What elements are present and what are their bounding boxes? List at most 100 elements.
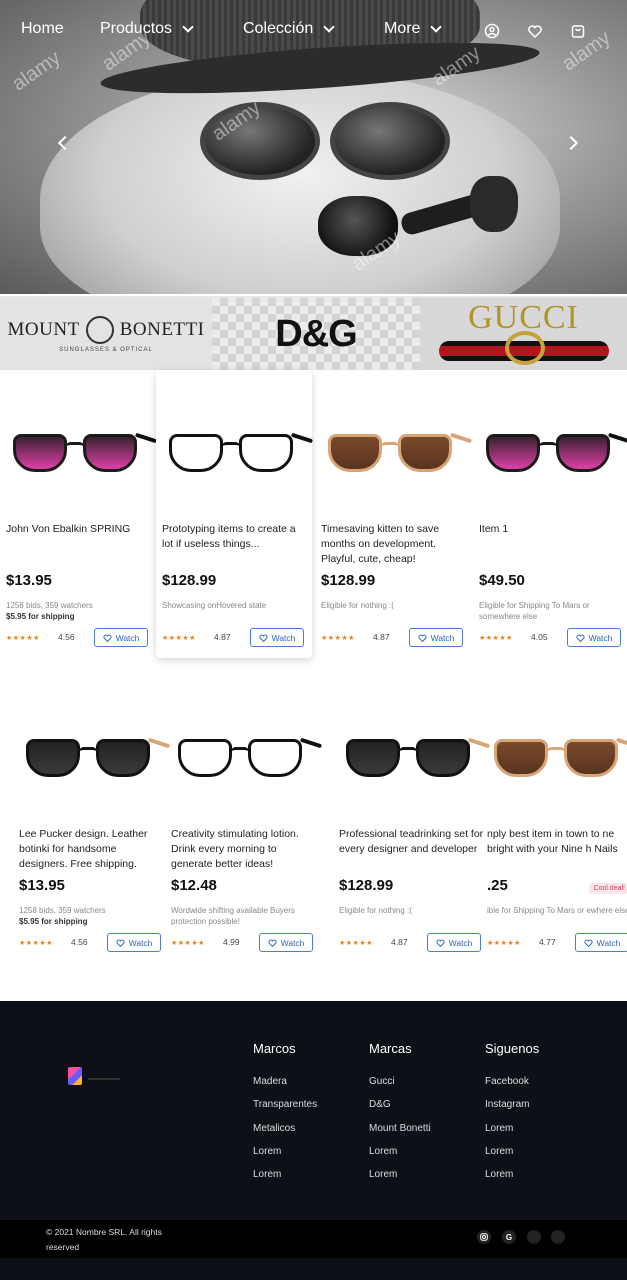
product-title[interactable]: John Von Ebalkin SPRING	[6, 522, 152, 537]
footer-link[interactable]: Instagram	[485, 1099, 539, 1122]
product-meta: Wordwide shifting available Buyers prote…	[171, 906, 295, 926]
footer-link[interactable]: Metalicos	[253, 1123, 317, 1146]
temple	[607, 432, 627, 444]
watch-button[interactable]: Watch	[259, 933, 313, 952]
product-title[interactable]: Creativity stimulating lotion. Drink eve…	[171, 827, 317, 872]
lens-left	[13, 434, 67, 472]
watch-button-label: Watch	[448, 937, 473, 948]
social-icon[interactable]	[551, 1230, 565, 1244]
footer-link[interactable]: Lorem	[369, 1169, 431, 1192]
footer-link[interactable]: Gucci	[369, 1076, 431, 1099]
footer-link[interactable]: Lorem	[369, 1146, 431, 1169]
product-price: $128.99	[339, 877, 394, 894]
lens-left	[494, 739, 548, 777]
product-card[interactable]: Timesaving kitten to save months on deve…	[315, 370, 473, 658]
nav-home[interactable]: Home	[21, 20, 64, 38]
footer-link[interactable]: Lorem	[485, 1123, 539, 1146]
product-rating: 4.05	[531, 632, 548, 642]
lens-right	[248, 739, 302, 777]
product-image[interactable]	[162, 400, 314, 512]
rating-stars-icon: ★★★★★	[19, 940, 53, 947]
footer-heading: Siguenos	[485, 1041, 540, 1056]
rating-stars-icon: ★★★★★	[6, 635, 40, 642]
watch-button-label: Watch	[128, 937, 153, 948]
product-title[interactable]: nply best item in town to ne bright with…	[487, 827, 627, 857]
product-title[interactable]: Item 1	[479, 522, 625, 537]
product-meta: 1258 bids, 359 watchers	[19, 906, 106, 915]
cart-icon[interactable]	[570, 23, 586, 39]
eyeglasses-image	[174, 731, 323, 791]
product-card[interactable]: nply best item in town to ne bright with…	[481, 675, 627, 963]
brand-mount-bonetti[interactable]: MOUNT BONETTI SUNGLASSES & OPTICAL	[0, 298, 212, 370]
product-card[interactable]: Lee Pucker design. Leather botinki for h…	[13, 675, 171, 963]
watch-button[interactable]: Watch	[575, 933, 627, 952]
google-icon[interactable]: G	[502, 1230, 516, 1244]
watch-button[interactable]: Watch	[250, 628, 304, 647]
product-price: $12.48	[171, 877, 217, 894]
product-title[interactable]: Prototyping items to create a lot if use…	[162, 522, 308, 552]
product-rating: 4.99	[223, 937, 240, 947]
chevron-down-icon	[430, 20, 443, 33]
footer-link[interactable]: Lorem	[485, 1169, 539, 1192]
product-meta: Showcasing onHovered state	[162, 601, 267, 610]
heart-icon	[103, 634, 112, 642]
social-icon[interactable]	[527, 1230, 541, 1244]
watch-button-label: Watch	[115, 632, 140, 643]
bridge	[78, 747, 98, 753]
lens-right	[83, 434, 137, 472]
user-icon[interactable]	[484, 23, 500, 39]
footer-link[interactable]: Madera	[253, 1076, 317, 1099]
hero-sunglass-lens	[330, 102, 450, 180]
brand-dg[interactable]: D&G	[212, 298, 420, 370]
footer-link[interactable]: D&G	[369, 1099, 431, 1122]
brand-logo-icon[interactable]	[68, 1067, 82, 1085]
footer-link[interactable]: Facebook	[485, 1076, 539, 1099]
footer-link[interactable]: Lorem	[485, 1146, 539, 1169]
lens-right	[96, 739, 150, 777]
hero-carousel: Home Productos Colección More alamy alamy…	[0, 0, 627, 294]
brand-strip: MOUNT BONETTI SUNGLASSES & OPTICAL D&G G…	[0, 296, 627, 370]
product-image[interactable]	[19, 705, 171, 817]
rating-stars-icon: ★★★★★	[339, 940, 373, 947]
watch-button[interactable]: Watch	[94, 628, 148, 647]
watch-button[interactable]: Watch	[409, 628, 463, 647]
chevron-right-icon[interactable]	[563, 135, 579, 151]
product-image[interactable]	[339, 705, 491, 817]
nav-more[interactable]: More	[384, 20, 443, 38]
product-card[interactable]: John Von Ebalkin SPRING $13.95 1258 bids…	[0, 370, 158, 658]
product-rating: 4.87	[373, 632, 390, 642]
heart-icon[interactable]	[527, 23, 543, 39]
product-title[interactable]: Timesaving kitten to save months on deve…	[321, 522, 467, 567]
product-image[interactable]	[487, 705, 627, 817]
product-image[interactable]	[321, 400, 473, 512]
instagram-icon[interactable]	[477, 1230, 491, 1244]
brand-mount-bonetti-title: MOUNT BONETTI	[8, 315, 205, 344]
bridge	[398, 747, 418, 753]
product-title[interactable]: Professional teadrinking set for every d…	[339, 827, 485, 857]
product-image[interactable]	[171, 705, 323, 817]
lens-left	[346, 739, 400, 777]
product-card[interactable]: Creativity stimulating lotion. Drink eve…	[165, 675, 323, 963]
footer-link[interactable]: Transparentes	[253, 1099, 317, 1122]
heart-icon	[584, 939, 593, 947]
product-image[interactable]	[479, 400, 627, 512]
google-icon-letter: G	[505, 1232, 513, 1242]
rating-stars-icon: ★★★★★	[479, 635, 513, 642]
footer-bottom-bar: © 2021 Nombre SRL. All rights reserved G	[0, 1220, 627, 1258]
product-card[interactable]: Item 1 $49.50 Eligible for Shipping To M…	[473, 370, 627, 658]
footer-link[interactable]: Lorem	[253, 1169, 317, 1192]
watch-button[interactable]: Watch	[567, 628, 621, 647]
brand-gucci[interactable]: GUCCI	[420, 298, 627, 370]
bridge	[546, 747, 566, 753]
product-card[interactable]: Professional teadrinking set for every d…	[333, 675, 491, 963]
lens-left	[178, 739, 232, 777]
product-card[interactable]: Prototyping items to create a lot if use…	[156, 370, 314, 658]
watch-button[interactable]: Watch	[427, 933, 481, 952]
watch-button[interactable]: Watch	[107, 933, 161, 952]
nav-coleccion[interactable]: Colección	[243, 20, 335, 38]
footer-link[interactable]: Lorem	[253, 1146, 317, 1169]
product-image[interactable]	[6, 400, 158, 512]
product-shipping: $5.95 for shipping	[19, 917, 88, 926]
footer-link[interactable]: Mount Bonetti	[369, 1123, 431, 1146]
product-title[interactable]: Lee Pucker design. Leather botinki for h…	[19, 827, 165, 872]
